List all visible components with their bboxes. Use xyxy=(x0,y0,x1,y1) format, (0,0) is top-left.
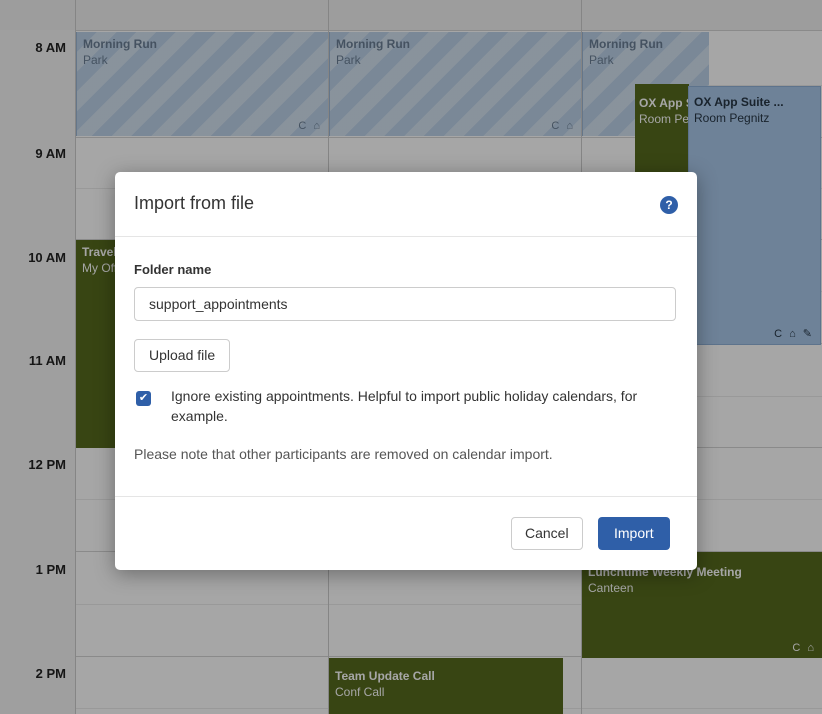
folder-name-label: Folder name xyxy=(134,262,212,277)
dialog-footer: Cancel Import xyxy=(115,496,697,571)
dialog-title: Import from file xyxy=(134,193,255,213)
ignore-existing-label[interactable]: Ignore existing appointments. Helpful to… xyxy=(171,386,651,426)
help-icon[interactable]: ? xyxy=(660,196,678,214)
import-button[interactable]: Import xyxy=(598,517,670,550)
import-dialog: Import from file ? Folder name support_a… xyxy=(115,172,697,570)
dialog-header: Import from file ? xyxy=(115,172,697,237)
participants-note: Please note that other participants are … xyxy=(134,446,553,462)
folder-name-input[interactable]: support_appointments xyxy=(134,287,676,321)
ignore-existing-checkbox[interactable]: ✔ xyxy=(136,391,151,406)
upload-file-button[interactable]: Upload file xyxy=(134,339,231,372)
cancel-button[interactable]: Cancel xyxy=(511,517,583,550)
